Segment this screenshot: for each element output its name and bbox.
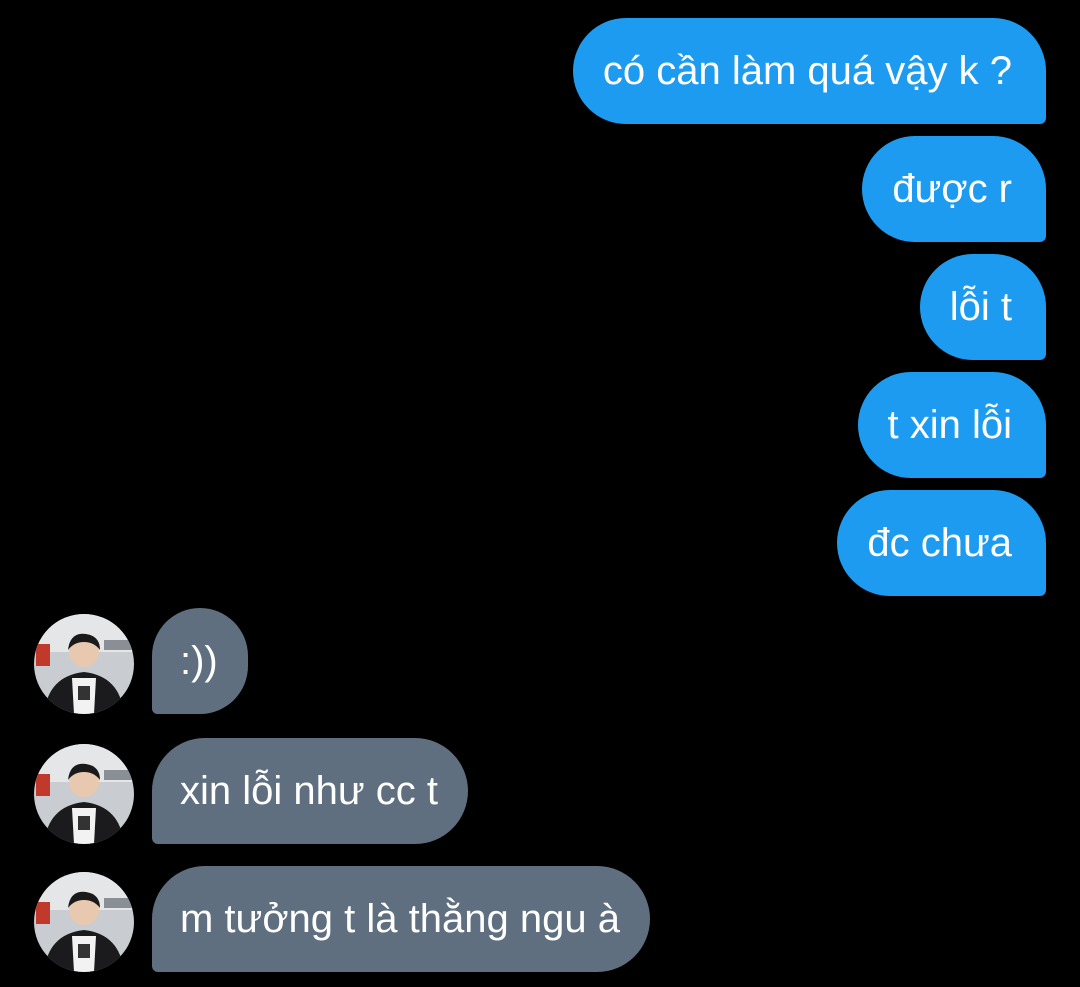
avatar-photo-icon [34,744,134,844]
message-text: lỗi t [949,285,1012,329]
sender-avatar[interactable] [34,614,134,714]
message-text: m tưởng t là thằng ngu à [180,897,620,941]
message-text: có cần làm quá vậy k ? [602,49,1012,93]
message-text: được r [892,167,1012,211]
incoming-message-bubble[interactable]: xin lỗi như cc t [152,738,468,844]
outgoing-message-bubble[interactable]: đc chưa [837,490,1046,596]
message-text: t xin lỗi [887,403,1013,447]
outgoing-message-bubble[interactable]: lỗi t [919,254,1046,360]
message-text: đc chưa [867,521,1012,565]
incoming-message-bubble[interactable]: :)) [152,608,248,714]
avatar-photo-icon [34,872,134,972]
sender-avatar[interactable] [34,744,134,844]
avatar-photo-icon [34,614,134,714]
sender-avatar[interactable] [34,872,134,972]
incoming-message-bubble[interactable]: m tưởng t là thằng ngu à [152,866,650,972]
outgoing-message-bubble[interactable]: t xin lỗi [857,372,1046,478]
message-text: :)) [180,639,218,683]
message-thread: có cần làm quá vậy k ? được r lỗi t t xi… [0,0,1080,987]
message-text: xin lỗi như cc t [180,769,438,813]
outgoing-message-bubble[interactable]: được r [862,136,1046,242]
outgoing-message-bubble[interactable]: có cần làm quá vậy k ? [572,18,1046,124]
